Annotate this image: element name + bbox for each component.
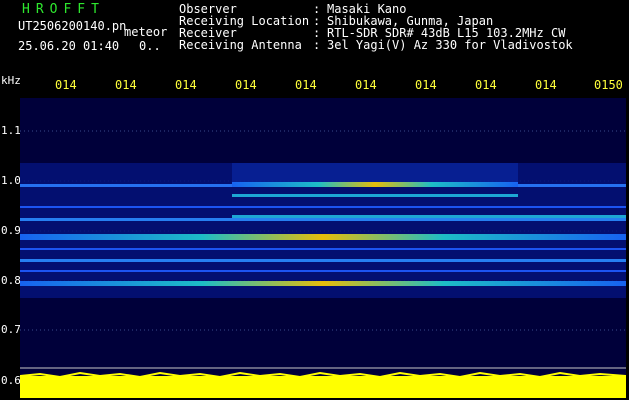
time-tick: 014 bbox=[55, 78, 77, 92]
brand-title: HROFFT bbox=[22, 2, 105, 17]
time-tick: 0150 bbox=[594, 78, 623, 92]
time-tick: 014 bbox=[475, 78, 497, 92]
signal-level-strip bbox=[20, 376, 626, 398]
time-tick: 014 bbox=[415, 78, 437, 92]
time-tick: 014 bbox=[295, 78, 317, 92]
freq-tick-label: 0.7 bbox=[1, 323, 21, 336]
station-info: Observer: Masaki Kano Receiving Location:… bbox=[179, 3, 573, 51]
file-name-suffix: meteor bbox=[124, 25, 168, 39]
file-name: UT2506200140.pn bbox=[18, 19, 127, 33]
info-row-antenna: Receiving Antenna:3el Yagi(V) Az 330 for… bbox=[179, 39, 573, 51]
freq-tick-label: 1.1 bbox=[1, 124, 21, 137]
freq-tick-label: 0.8 bbox=[1, 274, 21, 287]
time-tick: 014 bbox=[175, 78, 197, 92]
freq-tick-label: 0.9 bbox=[1, 224, 21, 237]
info-separator: : bbox=[313, 38, 321, 52]
header: HROFFT UT2506200140.pn meteor 25.06.20 0… bbox=[0, 0, 629, 72]
info-value: 3el Yagi(V) Az 330 for Vladivostok bbox=[327, 38, 573, 52]
time-axis: 014 014 014 014 014 014 014 014 014 0150 bbox=[0, 78, 629, 98]
time-tick: 014 bbox=[355, 78, 377, 92]
freq-tick-label: 0.6 bbox=[1, 374, 21, 387]
spectrogram-plot bbox=[20, 98, 626, 398]
time-tick: 014 bbox=[535, 78, 557, 92]
time-tick: 014 bbox=[115, 78, 137, 92]
date-time: 25.06.20 01:40 bbox=[18, 39, 120, 53]
time-tick: 014 bbox=[235, 78, 257, 92]
freq-tick-label: 1.0 bbox=[1, 174, 21, 187]
info-label: Receiving Antenna bbox=[179, 38, 302, 52]
spectrogram-svg bbox=[20, 130, 626, 398]
date-time-extra: 0.. bbox=[139, 39, 161, 53]
